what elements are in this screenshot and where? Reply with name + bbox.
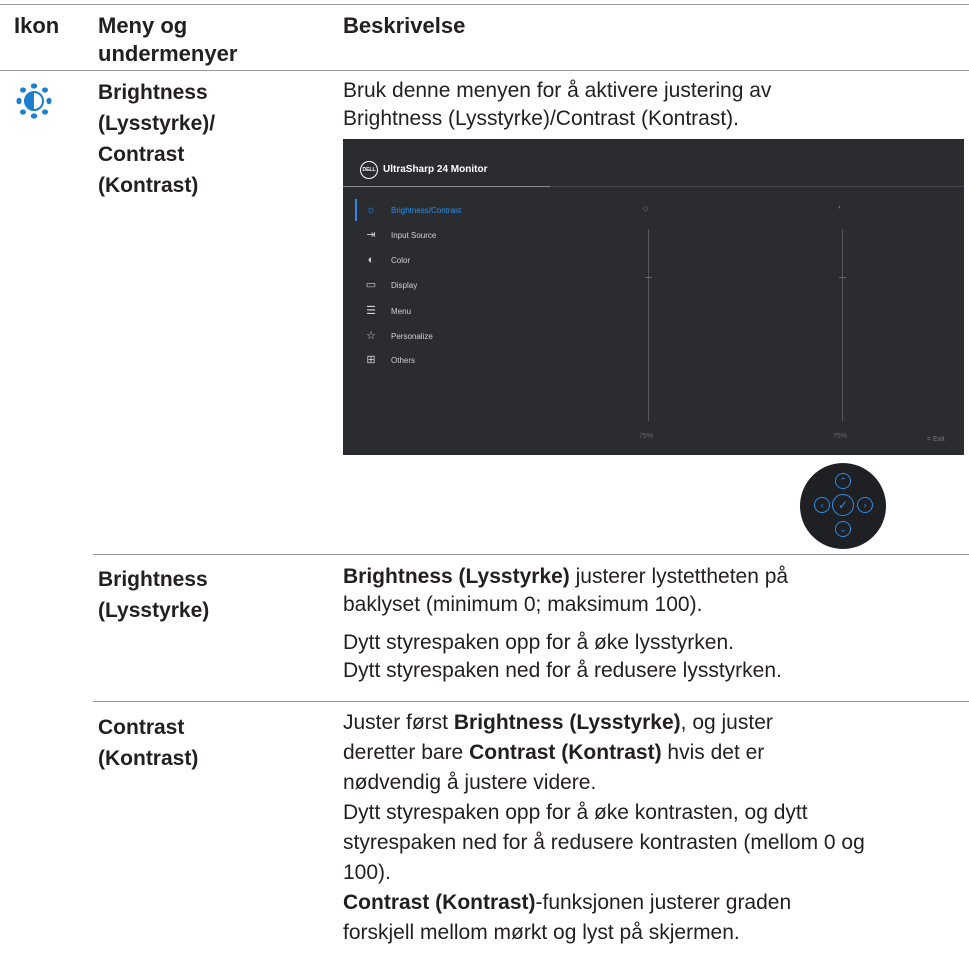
row1-menu-line: (Lysstyrke)/ <box>98 112 216 135</box>
row1-menu-line: Brightness <box>98 81 208 104</box>
contrast-slider-track[interactable] <box>842 229 843 421</box>
row1-description: Bruk denne menyen for å aktivere justeri… <box>343 77 771 133</box>
brightness-slider-sun-icon: ☼ <box>641 203 651 214</box>
joystick-illustration: ⌃ ‹ ✓ › ⌄ <box>800 463 886 549</box>
osd-menu-label: Display <box>391 280 418 290</box>
menu-list-icon: ☰ <box>366 305 376 317</box>
joystick-left-icon: ‹ <box>814 497 830 513</box>
dell-logo: DELL <box>360 161 378 179</box>
row3-text: Juster først <box>343 711 454 734</box>
row2-menu-line: (Lysstyrke) <box>98 599 210 622</box>
osd-menu-label: Menu <box>391 306 412 316</box>
input-source-icon: ⇥ <box>366 229 376 241</box>
contrast-value: 75% <box>833 433 848 440</box>
header-description-col: Beskrivelse <box>343 12 465 40</box>
row1-desc-line: Bruk denne menyen for å aktivere justeri… <box>343 79 772 102</box>
row3-text: forskjell mellom mørkt og lyst på skjerm… <box>343 921 740 944</box>
brightness-slider-track[interactable] <box>648 229 649 421</box>
row3-text: 100). <box>343 861 391 884</box>
row2-text: justerer lystettheten på <box>569 565 789 588</box>
joystick-right-icon: › <box>857 497 873 513</box>
header-rule <box>0 70 969 71</box>
osd-menu-item-input-source[interactable]: ⇥ Input Source <box>365 227 436 243</box>
row2-bottom-rule <box>93 701 969 702</box>
osd-menu-label: Color <box>391 255 411 265</box>
top-rule <box>0 4 969 5</box>
star-icon: ☆ <box>366 330 376 342</box>
row3-text: hvis det er <box>661 741 765 764</box>
brightness-slider-handle[interactable] <box>645 277 652 278</box>
header-menu-line2: undermenyer <box>98 41 238 66</box>
brightness-value: 75% <box>639 433 654 440</box>
row2-description: Brightness (Lysstyrke) justerer lystetth… <box>343 563 788 685</box>
osd-menu-item-color[interactable]: ◐ Color <box>365 252 410 268</box>
osd-menu-label: Personalize <box>391 331 433 341</box>
row1-desc-line: Brightness (Lysstyrke)/Contrast (Kontras… <box>343 107 740 130</box>
osd-exit-button[interactable]: < Exit <box>927 436 945 443</box>
row3-bold-term: Brightness (Lysstyrke) <box>453 711 681 734</box>
osd-menu-item-menu[interactable]: ☰ Menu <box>365 303 411 319</box>
row3-text: nødvendig å justere videre. <box>343 771 597 794</box>
row1-menu-line: Contrast <box>98 143 185 166</box>
osd-title-rule-dim <box>550 186 964 187</box>
osd-screenshot: DELL UltraSharp 24 Monitor ☼ Brightness/… <box>343 139 964 455</box>
row3-text: , og juster <box>680 711 773 734</box>
osd-title: UltraSharp 24 Monitor <box>383 164 488 175</box>
row3-menu-name: Contrast (Kontrast) <box>98 712 198 774</box>
row2-text: baklyset (minimum 0; maksimum 100). <box>343 593 703 616</box>
row2-text: Dytt styrespaken ned for å redusere lyss… <box>343 659 782 682</box>
osd-menu-item-display[interactable]: ▭ Display <box>365 277 417 293</box>
color-palette-icon: ◐ <box>367 254 375 266</box>
row3-menu-line: Contrast <box>98 716 185 739</box>
joystick-down-icon: ⌄ <box>835 521 851 537</box>
sun-icon: ☼ <box>365 204 377 216</box>
row1-menu-line: (Kontrast) <box>98 174 199 197</box>
osd-menu-label: Others <box>391 355 416 365</box>
others-sliders-icon: ⊞ <box>366 354 376 366</box>
contrast-slider-icon: ◐ <box>838 204 843 211</box>
osd-selection-bar <box>355 199 357 221</box>
header-beskrivelse-label: Beskrivelse <box>343 13 466 38</box>
header-ikon-label: Ikon <box>14 13 60 38</box>
row3-description: Juster først Brightness (Lysstyrke), og … <box>343 708 865 948</box>
row3-text: Dytt styrespaken opp for å øke kontraste… <box>343 801 808 824</box>
display-monitor-icon: ▭ <box>365 279 377 291</box>
row1-menu-name: Brightness (Lysstyrke)/ Contrast (Kontra… <box>98 77 215 201</box>
row3-text: styrespaken ned for å redusere kontraste… <box>343 831 865 854</box>
row3-bold-term: Contrast (Kontrast) <box>343 891 536 914</box>
row3-menu-line: (Kontrast) <box>98 747 199 770</box>
row2-text: Dytt styrespaken opp for å øke lysstyrke… <box>343 631 734 654</box>
row3-text: -funksjonen justerer graden <box>535 891 792 914</box>
row2-menu-line: Brightness <box>98 568 208 591</box>
row3-text: deretter bare <box>343 741 470 764</box>
row2-menu-name: Brightness (Lysstyrke) <box>98 564 209 626</box>
osd-menu-label: Brightness/Contrast <box>391 205 462 215</box>
osd-menu-item-others[interactable]: ⊞ Others <box>365 352 415 368</box>
header-menu-col: Meny og undermenyer <box>98 12 237 68</box>
osd-menu-label: Input Source <box>391 230 437 240</box>
brightness-contrast-icon <box>14 80 54 120</box>
joystick-up-icon: ⌃ <box>835 473 851 489</box>
osd-menu-item-brightness-contrast[interactable]: ☼ Brightness/Contrast <box>365 202 461 218</box>
joystick-center-check-icon: ✓ <box>832 494 854 516</box>
contrast-slider-handle[interactable] <box>839 277 846 278</box>
row1-bottom-rule <box>93 554 969 555</box>
osd-menu-item-personalize[interactable]: ☆ Personalize <box>365 328 433 344</box>
row2-bold-term: Brightness (Lysstyrke) <box>343 565 570 588</box>
header-icon-col: Ikon <box>14 12 59 40</box>
row3-bold-term: Contrast (Kontrast) <box>469 741 662 764</box>
osd-title-rule <box>343 186 550 187</box>
header-menu-line1: Meny og <box>98 13 188 38</box>
